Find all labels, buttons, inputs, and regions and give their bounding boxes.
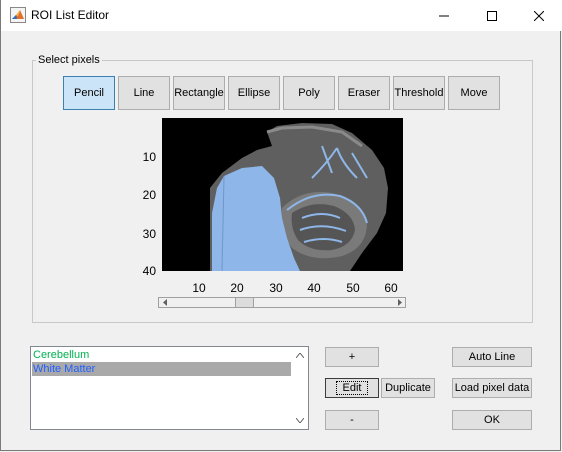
y-tick-label: 30	[142, 227, 156, 241]
chevron-down-icon[interactable]	[291, 412, 308, 429]
slice-slider[interactable]	[158, 297, 406, 308]
pencil-tool-button[interactable]: Pencil	[63, 76, 115, 110]
roi-list-item-white-matter[interactable]: White Matter	[32, 362, 293, 376]
listbox-scrollbar[interactable]	[291, 347, 308, 429]
chevron-up-icon[interactable]	[291, 347, 308, 364]
close-icon	[534, 10, 544, 21]
select-pixels-label: Select pixels	[36, 54, 102, 66]
matlab-icon	[10, 7, 26, 23]
eraser-tool-button[interactable]: Eraser	[338, 76, 390, 110]
y-tick-label: 40	[142, 264, 156, 278]
ellipse-tool-button[interactable]: Ellipse	[228, 76, 280, 110]
window-title: ROI List Editor	[31, 8, 110, 22]
x-tick-label: 20	[230, 281, 244, 295]
close-button[interactable]	[516, 0, 562, 31]
maximize-button[interactable]	[469, 0, 515, 31]
move-tool-button[interactable]: Move	[448, 76, 500, 110]
minimize-icon	[439, 15, 449, 16]
roi-listbox[interactable]: Cerebellum White Matter	[30, 346, 309, 430]
maximize-icon	[487, 10, 497, 21]
title-bar: ROI List Editor	[1, 0, 562, 31]
edit-roi-button[interactable]: Edit	[325, 378, 379, 398]
x-tick-label: 50	[346, 281, 360, 295]
x-tick-label: 30	[269, 281, 283, 295]
auto-line-button[interactable]: Auto Line	[452, 347, 532, 367]
y-tick-label: 20	[142, 188, 156, 202]
threshold-tool-button[interactable]: Threshold	[393, 76, 445, 110]
y-tick-label: 10	[142, 150, 156, 164]
load-pixel-data-button[interactable]: Load pixel data	[452, 378, 532, 398]
roi-list-editor-window: ROI List Editor Select pixels Pencil Lin…	[0, 0, 562, 451]
roi-list-item-cerebellum[interactable]: Cerebellum	[32, 348, 293, 362]
arrow-left-icon[interactable]	[159, 298, 171, 307]
mri-slice-image[interactable]	[162, 118, 403, 271]
add-roi-button[interactable]: +	[325, 347, 379, 367]
minimize-button[interactable]	[421, 0, 467, 31]
x-tick-label: 40	[307, 281, 321, 295]
edit-button-label: Edit	[335, 381, 369, 395]
remove-roi-button[interactable]: -	[325, 410, 379, 430]
poly-tool-button[interactable]: Poly	[283, 76, 335, 110]
x-tick-label: 60	[384, 281, 398, 295]
line-tool-button[interactable]: Line	[118, 76, 170, 110]
duplicate-roi-button[interactable]: Duplicate	[381, 378, 435, 398]
slider-thumb[interactable]	[235, 298, 254, 307]
rectangle-tool-button[interactable]: Rectangle	[173, 76, 225, 110]
arrow-right-icon[interactable]	[393, 298, 405, 307]
x-tick-label: 10	[192, 281, 206, 295]
ok-button[interactable]: OK	[452, 410, 532, 430]
